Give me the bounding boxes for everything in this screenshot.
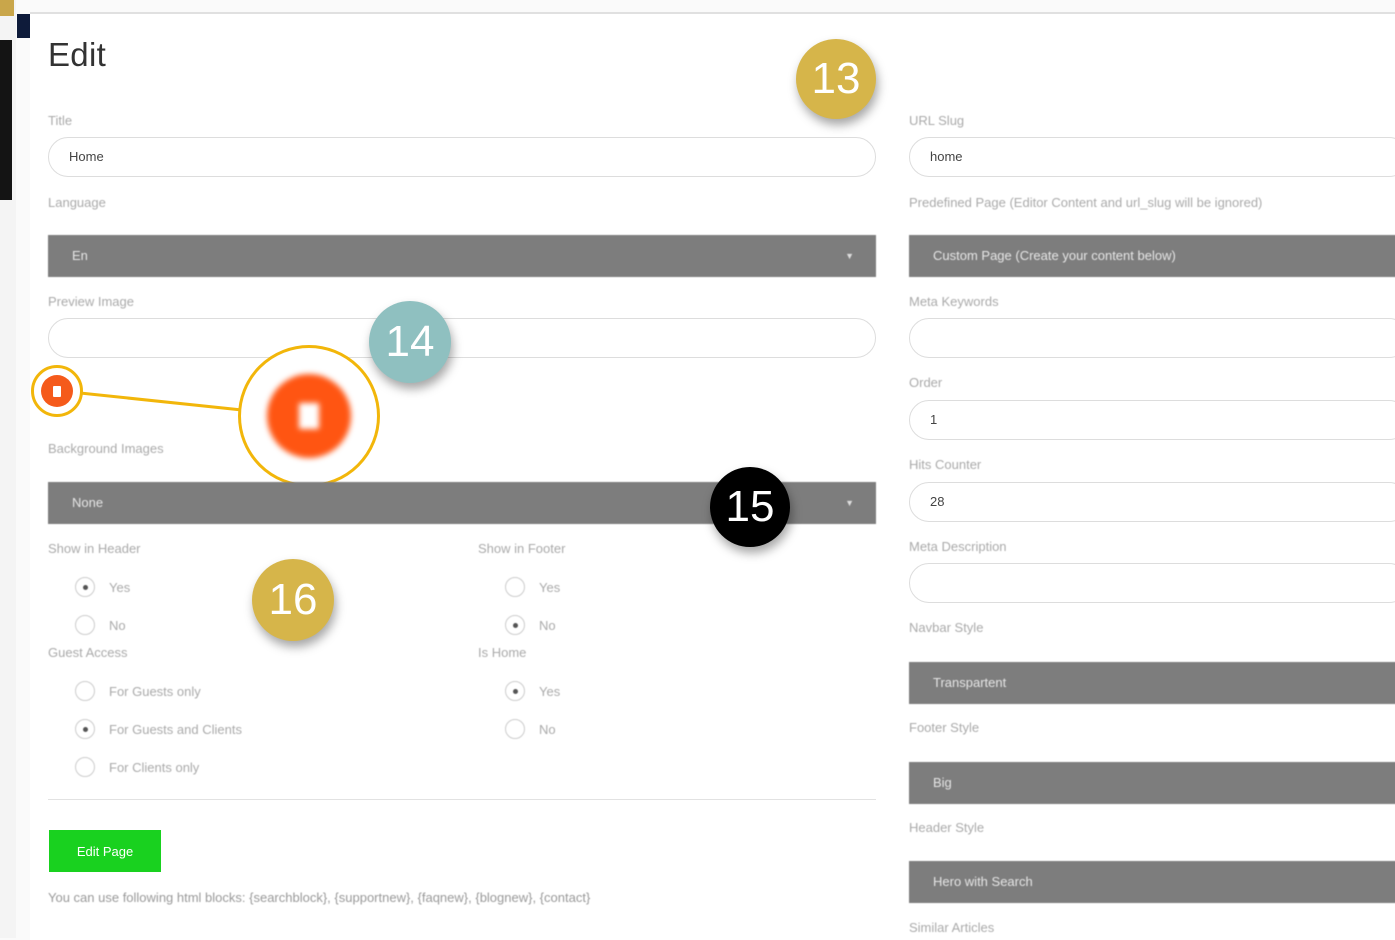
show-in-footer-yes[interactable]: Yes <box>505 577 560 597</box>
preview-image-label: Preview Image <box>48 294 134 309</box>
preview-image-input[interactable] <box>48 318 876 358</box>
meta-keywords-label: Meta Keywords <box>909 294 999 309</box>
zoomed-file-glyph-icon <box>299 403 319 429</box>
is-home-label: Is Home <box>478 645 527 660</box>
hits-counter-label: Hits Counter <box>909 457 982 472</box>
callout-badge-13: 13 <box>796 39 876 119</box>
zoomed-file-icon <box>238 345 380 487</box>
chevron-down-icon: ▼ <box>845 251 854 261</box>
radio-unchecked[interactable] <box>75 681 95 701</box>
title-label: Title <box>48 113 73 128</box>
show-in-footer-label: Show in Footer <box>478 541 566 556</box>
url-slug-input[interactable]: home <box>909 137 1395 177</box>
callout-connector-line <box>80 391 243 412</box>
chevron-down-icon: ▼ <box>845 498 854 508</box>
header-style-select[interactable]: Hero with Search <box>909 861 1395 903</box>
order-input[interactable]: 1 <box>909 400 1395 440</box>
left-edge <box>0 0 32 938</box>
radio-unchecked[interactable] <box>505 719 525 739</box>
radio-label: No <box>109 617 126 633</box>
show-in-header-no[interactable]: No <box>75 615 126 635</box>
form-divider <box>48 799 876 800</box>
radio-label: No <box>539 617 556 633</box>
file-icon <box>53 385 61 397</box>
similar-articles-label: Similar Articles <box>909 920 995 935</box>
radio-unchecked[interactable] <box>505 577 525 597</box>
radio-label: Yes <box>539 579 561 595</box>
predefined-page-label: Predefined Page (Editor Content and url_… <box>909 195 1263 210</box>
meta-keywords-input[interactable] <box>909 318 1395 358</box>
edit-page-button[interactable]: Edit Page <box>49 830 161 872</box>
guest-access-label: Guest Access <box>48 645 128 660</box>
navbar-style-label: Navbar Style <box>909 620 984 635</box>
radio-checked[interactable] <box>505 615 525 635</box>
html-blocks-hint: You can use following html blocks: {sear… <box>48 890 591 905</box>
guest-access-guests-only[interactable]: For Guests only <box>75 681 201 701</box>
radio-unchecked[interactable] <box>75 757 95 777</box>
sidebar-navy-block <box>17 14 31 38</box>
order-label: Order <box>909 375 943 390</box>
language-select[interactable]: En ▼ <box>48 235 876 277</box>
radio-label: For Guests and Clients <box>109 721 242 737</box>
navbar-style-select[interactable]: Transpartent <box>909 662 1395 704</box>
title-input[interactable]: Home <box>48 137 876 177</box>
is-home-no[interactable]: No <box>505 719 556 739</box>
radio-checked[interactable] <box>505 681 525 701</box>
radio-label: No <box>539 721 556 737</box>
footer-style-select[interactable]: Big <box>909 762 1395 804</box>
url-slug-label: URL Slug <box>909 113 965 128</box>
radio-label: For Clients only <box>109 759 200 775</box>
radio-label: Yes <box>109 579 131 595</box>
file-icon-circle <box>41 375 73 407</box>
uploaded-file-icon[interactable] <box>31 365 83 417</box>
meta-description-label: Meta Description <box>909 539 1007 554</box>
guest-access-clients-only[interactable]: For Clients only <box>75 757 199 777</box>
radio-checked[interactable] <box>75 719 95 739</box>
meta-description-input[interactable] <box>909 563 1395 603</box>
zoomed-file-icon-circle <box>267 374 351 458</box>
show-in-header-yes[interactable]: Yes <box>75 577 130 597</box>
is-home-yes[interactable]: Yes <box>505 681 560 701</box>
background-images-value: None <box>72 495 104 510</box>
radio-label: For Guests only <box>109 683 201 699</box>
footer-style-label: Footer Style <box>909 720 980 735</box>
radio-unchecked[interactable] <box>75 615 95 635</box>
callout-badge-15: 15 <box>710 467 790 547</box>
language-label: Language <box>48 195 106 210</box>
radio-label: Yes <box>539 683 561 699</box>
guest-access-guests-and-clients[interactable]: For Guests and Clients <box>75 719 242 739</box>
callout-badge-14: 14 <box>369 301 451 383</box>
hits-counter-input[interactable]: 28 <box>909 482 1395 522</box>
page-title: Edit <box>48 36 107 73</box>
header-style-label: Header Style <box>909 820 985 835</box>
callout-badge-16: 16 <box>252 559 334 641</box>
radio-checked[interactable] <box>75 577 95 597</box>
predefined-page-select[interactable]: Custom Page (Create your content below) <box>909 235 1395 277</box>
show-in-header-label: Show in Header <box>48 541 141 556</box>
show-in-footer-no[interactable]: No <box>505 615 556 635</box>
language-value: En <box>72 248 88 263</box>
background-images-label: Background Images <box>48 441 164 456</box>
